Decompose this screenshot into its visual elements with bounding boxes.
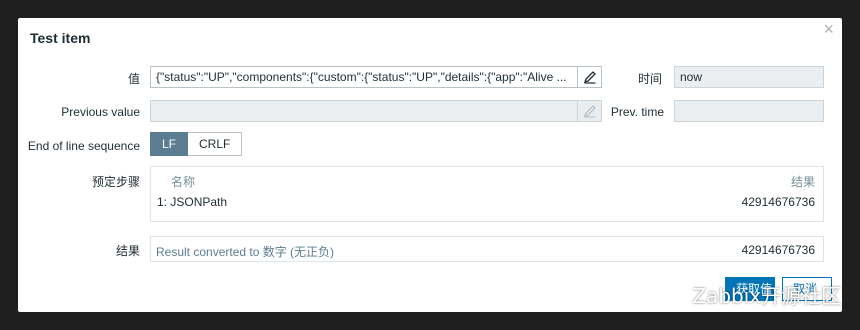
eol-lf-button[interactable]: LF xyxy=(150,132,189,156)
result-value: 42914676736 xyxy=(741,243,815,257)
eol-crlf-button[interactable]: CRLF xyxy=(188,132,243,156)
time-field: now xyxy=(674,66,824,88)
result-box: Result converted to 数字 (无正负) 42914676736 xyxy=(150,236,824,262)
table-row: 1: JSONPath xyxy=(157,195,227,209)
prev-time-label: Prev. time xyxy=(610,105,664,119)
previous-value-field xyxy=(150,100,602,122)
value-label: 值 xyxy=(127,72,140,86)
step-result: 42914676736 xyxy=(741,195,815,209)
result-text: Result converted to 数字 (无正负) xyxy=(156,245,335,259)
pencil-icon xyxy=(583,105,596,118)
eol-segmented-control: LF CRLF xyxy=(150,132,243,156)
step-name: JSONPath xyxy=(170,195,228,209)
watermark-text: Zabbix开源社区 xyxy=(692,284,842,308)
test-item-dialog: Test item × 值 {"status":"UP","components… xyxy=(18,18,842,312)
steps-col-name: 名称 xyxy=(171,175,196,189)
watermark: Zabbix开源社区 xyxy=(654,280,841,309)
edit-previous-value-button xyxy=(577,101,601,121)
steps-col-result: 结果 xyxy=(790,175,815,189)
result-label: 结果 xyxy=(115,244,140,258)
eol-label: End of line sequence xyxy=(27,139,140,153)
step-index: 1: xyxy=(157,195,168,209)
previous-value-label: Previous value xyxy=(61,105,140,119)
edit-value-button[interactable] xyxy=(577,67,601,87)
pencil-icon xyxy=(583,71,596,84)
wechat-logo-icon xyxy=(655,287,681,307)
dialog-title: Test item xyxy=(30,30,91,46)
prev-time-field xyxy=(674,100,824,122)
time-label: 时间 xyxy=(637,72,662,86)
steps-label: 预定步骤 xyxy=(91,175,140,189)
steps-table: 名称 结果 1: JSONPath 42914676736 xyxy=(150,166,824,222)
close-icon[interactable]: × xyxy=(823,20,834,38)
value-text: {"status":"UP","components":{"custom":{"… xyxy=(156,70,567,84)
value-field[interactable]: {"status":"UP","components":{"custom":{"… xyxy=(150,66,602,88)
